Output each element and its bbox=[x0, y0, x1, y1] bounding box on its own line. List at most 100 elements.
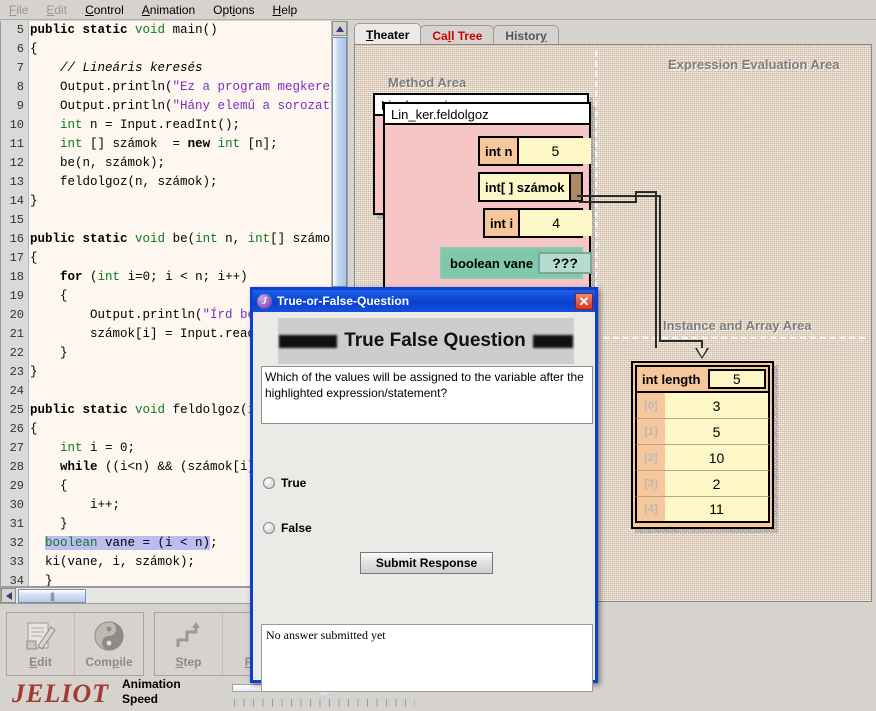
variable-int-array-szamok: int[ ] számok bbox=[478, 172, 583, 202]
step-button[interactable]: Step bbox=[155, 613, 223, 675]
animation-speed-label: Animation Speed bbox=[122, 677, 181, 707]
radio-icon-true[interactable] bbox=[263, 477, 275, 489]
line-number: 5 bbox=[16, 23, 24, 37]
line-number: 10 bbox=[9, 118, 24, 132]
expression-area-label: Expression Evaluation Area bbox=[668, 57, 840, 72]
reference-line-h3 bbox=[577, 195, 661, 197]
variable-name: int[ ] számok bbox=[480, 174, 570, 200]
array-body: int length 5 [0] 3 [1] 5 [2] 10 [3] 2 [4] 11 bbox=[631, 361, 774, 529]
code-line[interactable]: { bbox=[30, 40, 331, 59]
variable-name: int i bbox=[485, 210, 519, 236]
scroll-up-arrow-icon[interactable] bbox=[332, 21, 347, 36]
line-number: 13 bbox=[9, 175, 24, 189]
line-number: 21 bbox=[9, 327, 24, 341]
radio-label-false: False bbox=[281, 521, 312, 535]
reference-line-h1 bbox=[579, 201, 637, 203]
line-number-gutter: 5 6 7 8 9 10 11 12 13 14 15 16 17 18 19 20 21 22 23 24 25 26 2… bbox=[1, 21, 29, 586]
radio-option-true[interactable]: True bbox=[263, 476, 306, 490]
array-cell-row: [4] 11 bbox=[635, 497, 770, 523]
line-number: 34 bbox=[9, 574, 24, 587]
variable-int-n: int n 5 bbox=[478, 136, 592, 166]
code-line[interactable]: Output.println("Hány elemű a sorozat?" bbox=[30, 97, 331, 116]
scroll-left-arrow-icon[interactable] bbox=[1, 588, 16, 603]
step-arrow-icon bbox=[176, 621, 200, 647]
array-cell-value: 2 bbox=[665, 471, 768, 496]
dialog-header-text: True False Question bbox=[279, 330, 573, 352]
variable-value: 4 bbox=[518, 210, 593, 236]
array-cell-value: 11 bbox=[665, 497, 768, 521]
code-line[interactable]: // Lineáris keresés bbox=[30, 59, 331, 78]
tab-call-tree[interactable]: Call Tree bbox=[420, 25, 495, 45]
line-number: 15 bbox=[9, 213, 24, 227]
theater-tab-row: Theater Call Tree History bbox=[354, 23, 559, 45]
array-cell-index: [3] bbox=[637, 471, 665, 496]
radio-option-false[interactable]: False bbox=[263, 521, 312, 535]
array-cell-value: 5 bbox=[665, 419, 768, 444]
array-cell-row: [1] 5 bbox=[635, 419, 770, 445]
array-cell-row: [3] 2 bbox=[635, 471, 770, 497]
method-frame-feldolgoz: Lin_ker.feldolgoz int n 5 int[ ] számok … bbox=[383, 102, 595, 306]
jeliot-app-icon: J bbox=[257, 293, 272, 309]
horizontal-scroll-thumb[interactable]: ||| bbox=[18, 589, 86, 603]
radio-icon-false[interactable] bbox=[263, 522, 275, 534]
menu-item-file: File bbox=[9, 2, 29, 17]
line-number: 11 bbox=[9, 137, 24, 151]
reference-arrow-head-inner bbox=[697, 348, 707, 357]
dialog-title-bar[interactable]: J True-or-False-Question ✕ bbox=[253, 290, 595, 312]
code-line[interactable]: int n = Input.readInt(); bbox=[30, 116, 331, 135]
array-cell-row: [2] 10 bbox=[635, 445, 770, 471]
array-cell-index: [4] bbox=[637, 497, 665, 521]
menu-item-control[interactable]: Control bbox=[76, 1, 133, 19]
answer-status-box: No answer submitted yet bbox=[261, 624, 593, 692]
array-cell-index: [2] bbox=[637, 445, 665, 470]
header-redaction-left bbox=[279, 334, 338, 348]
code-line[interactable]: { bbox=[30, 249, 331, 268]
code-line[interactable]: int [] számok = new int [n]; bbox=[30, 135, 331, 154]
edit-compile-group: Edit Compile bbox=[6, 612, 144, 676]
line-number: 32 bbox=[9, 536, 24, 550]
array-length-label: int length bbox=[642, 371, 701, 387]
line-number: 16 bbox=[9, 232, 24, 246]
menu-item-help[interactable]: Help bbox=[264, 1, 307, 19]
line-number: 27 bbox=[9, 441, 24, 455]
array-cell-index: [1] bbox=[637, 419, 665, 444]
jeliot-logo: JELIOT bbox=[12, 679, 109, 708]
line-number: 26 bbox=[9, 422, 24, 436]
compile-button-label: Compile bbox=[85, 654, 133, 669]
code-line[interactable]: } bbox=[30, 192, 331, 211]
array-object: int length 5 [0] 3 [1] 5 [2] 10 [3] 2 [4] 11 bbox=[631, 361, 778, 533]
vertical-scroll-thumb[interactable] bbox=[332, 37, 347, 287]
answer-status-text: No answer submitted yet bbox=[266, 628, 386, 642]
array-length-value: 5 bbox=[707, 369, 766, 389]
line-number: 9 bbox=[16, 99, 24, 113]
speed-label-line1: Animation bbox=[122, 677, 181, 691]
code-line[interactable]: public static void main() bbox=[30, 21, 331, 40]
code-line[interactable]: Output.println("Ez a program megkeresi bbox=[30, 78, 331, 97]
line-number: 20 bbox=[9, 308, 24, 322]
tab-history[interactable]: History bbox=[493, 25, 559, 45]
line-number: 33 bbox=[9, 555, 24, 569]
code-line[interactable]: be(n, számok); bbox=[30, 154, 331, 173]
compile-button[interactable]: Compile bbox=[75, 613, 143, 675]
line-number: 14 bbox=[9, 194, 24, 208]
frame-body: Lin_ker.feldolgoz int n 5 int[ ] számok … bbox=[383, 102, 593, 302]
code-line[interactable]: feldolgoz(n, számok); bbox=[30, 173, 331, 192]
menu-item-animation[interactable]: Animation bbox=[133, 1, 204, 19]
line-number: 31 bbox=[9, 517, 24, 531]
close-icon[interactable]: ✕ bbox=[575, 292, 593, 310]
variable-value: ??? bbox=[538, 252, 593, 274]
array-cell-value: 3 bbox=[665, 393, 768, 418]
line-number: 25 bbox=[9, 403, 24, 417]
edit-button[interactable]: Edit bbox=[7, 613, 75, 675]
code-line[interactable]: for (int i=0; i < n; i++) bbox=[30, 268, 331, 287]
code-line[interactable] bbox=[30, 211, 331, 230]
edit-pencil-icon bbox=[26, 622, 56, 650]
line-number: 8 bbox=[16, 80, 24, 94]
submit-response-button[interactable]: Submit Response bbox=[360, 552, 493, 574]
menu-item-options[interactable]: Options bbox=[204, 1, 263, 19]
tab-theater[interactable]: Theater bbox=[354, 23, 422, 45]
code-line[interactable]: public static void be(int n, int[] számo… bbox=[30, 230, 331, 249]
array-cell-index: [0] bbox=[637, 393, 665, 418]
dialog-header-band: True False Question bbox=[278, 318, 574, 364]
speed-label-line2: Speed bbox=[122, 692, 159, 706]
